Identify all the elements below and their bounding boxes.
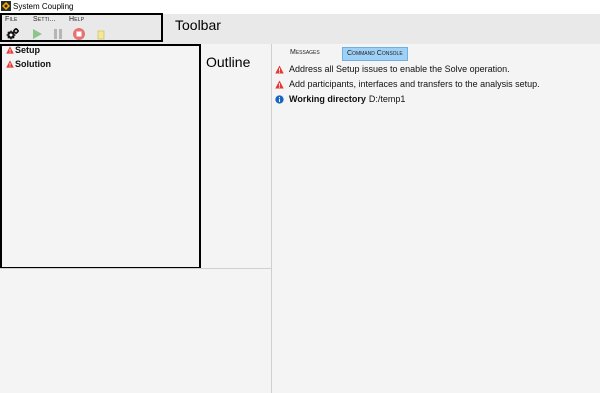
toolbar-annotation: Toolbar: [175, 17, 221, 33]
message-text: Address all Setup issues to enable the S…: [289, 64, 510, 74]
outline-highlight-box: [0, 44, 201, 269]
message-item: Add participants, interfaces and transfe…: [275, 79, 540, 89]
outline-item-label: Solution: [15, 59, 51, 69]
outline-item-solution[interactable]: Solution: [6, 59, 51, 69]
message-text: Add participants, interfaces and transfe…: [289, 79, 540, 89]
message-item: Address all Setup issues to enable the S…: [275, 64, 510, 74]
outline-item-setup[interactable]: Setup: [6, 45, 40, 55]
pane-splitter-horizontal[interactable]: [0, 268, 271, 269]
warning-icon: [6, 60, 14, 68]
app-icon: [1, 1, 11, 11]
outline-annotation: Outline: [206, 54, 251, 70]
tab-messages[interactable]: Messages: [286, 47, 324, 59]
message-label: Working directory: [289, 94, 366, 104]
outline-item-label: Setup: [15, 45, 41, 55]
toolbar-highlight-box: [0, 13, 163, 42]
window-title: System Coupling: [13, 2, 74, 11]
info-icon: [275, 94, 284, 104]
message-text: D:/temp1: [368, 94, 406, 104]
warning-icon: [275, 64, 284, 74]
warning-icon: [6, 46, 14, 54]
title-bar: System Coupling: [0, 0, 600, 14]
warning-icon: [275, 79, 284, 89]
tab-command-console[interactable]: Command Console: [342, 47, 408, 61]
message-item: Working directory D:/temp1: [275, 94, 405, 104]
